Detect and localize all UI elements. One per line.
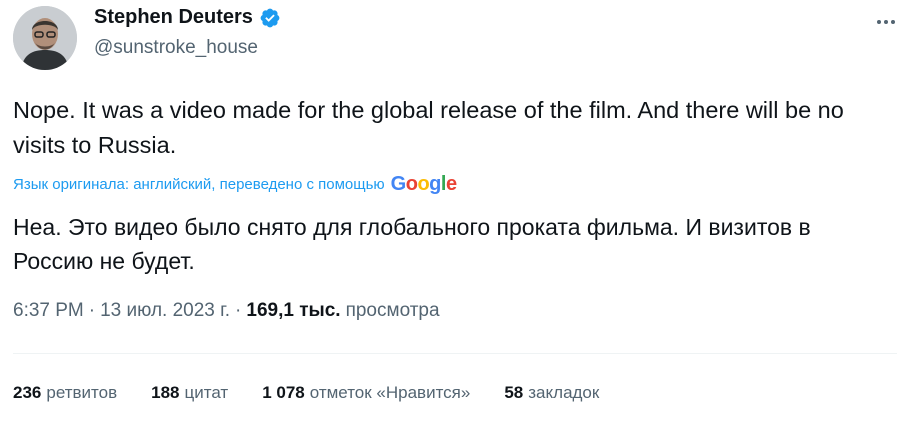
- author-name-row[interactable]: Stephen Deuters: [94, 6, 281, 29]
- stat-count: 188: [151, 383, 180, 402]
- tweet-text: Nope. It was a video made for the global…: [13, 97, 844, 158]
- divider: [13, 353, 897, 354]
- stat-label: отметок «Нравится»: [309, 383, 471, 402]
- stat-count: 236: [13, 383, 42, 402]
- quotes-stat[interactable]: 188 цитат: [151, 383, 228, 403]
- bookmarks-stat[interactable]: 58 закладок: [504, 383, 599, 403]
- views-count: 169,1 тыс.: [246, 300, 341, 321]
- avatar-image: [13, 6, 77, 70]
- engagement-stats: 236 ретвитов 188 цитат 1 078 отметок «Нрави…: [13, 383, 599, 403]
- more-options-icon[interactable]: [869, 12, 903, 32]
- google-logo: Google: [390, 173, 457, 195]
- retweets-stat[interactable]: 236 ретвитов: [13, 383, 117, 403]
- verified-badge-icon[interactable]: [259, 7, 281, 29]
- stat-label: закладок: [528, 383, 600, 402]
- more-dot: [891, 20, 895, 24]
- likes-stat[interactable]: 1 078 отметок «Нравится»: [262, 383, 470, 403]
- author-display-name[interactable]: Stephen Deuters: [94, 6, 253, 29]
- more-dot: [877, 20, 881, 24]
- stat-count: 1 078: [262, 383, 305, 402]
- avatar[interactable]: [13, 6, 77, 70]
- translated-tweet-text: Неа. Это видео было снято для глобальног…: [13, 214, 811, 274]
- stat-count: 58: [504, 383, 524, 402]
- translation-attribution[interactable]: Язык оригинала: английский, переведено с…: [13, 173, 457, 196]
- meta-separator: ·: [235, 300, 242, 321]
- tweet-date[interactable]: 13 июл. 2023 г.: [100, 300, 230, 322]
- tweet-meta: 6:37 PM · 13 июл. 2023 г. · 169,1 тыс. п…: [13, 300, 440, 322]
- more-dot: [884, 20, 888, 24]
- translation-note[interactable]: Язык оригинала: английский, переведено с…: [13, 176, 385, 193]
- stat-label: ретвитов: [46, 383, 118, 402]
- stat-label: цитат: [184, 383, 229, 402]
- tweet-time[interactable]: 6:37 PM: [13, 300, 84, 322]
- views-label: просмотра: [345, 300, 440, 321]
- meta-separator: ·: [88, 300, 96, 321]
- author-handle[interactable]: @sunstroke_house: [94, 37, 258, 59]
